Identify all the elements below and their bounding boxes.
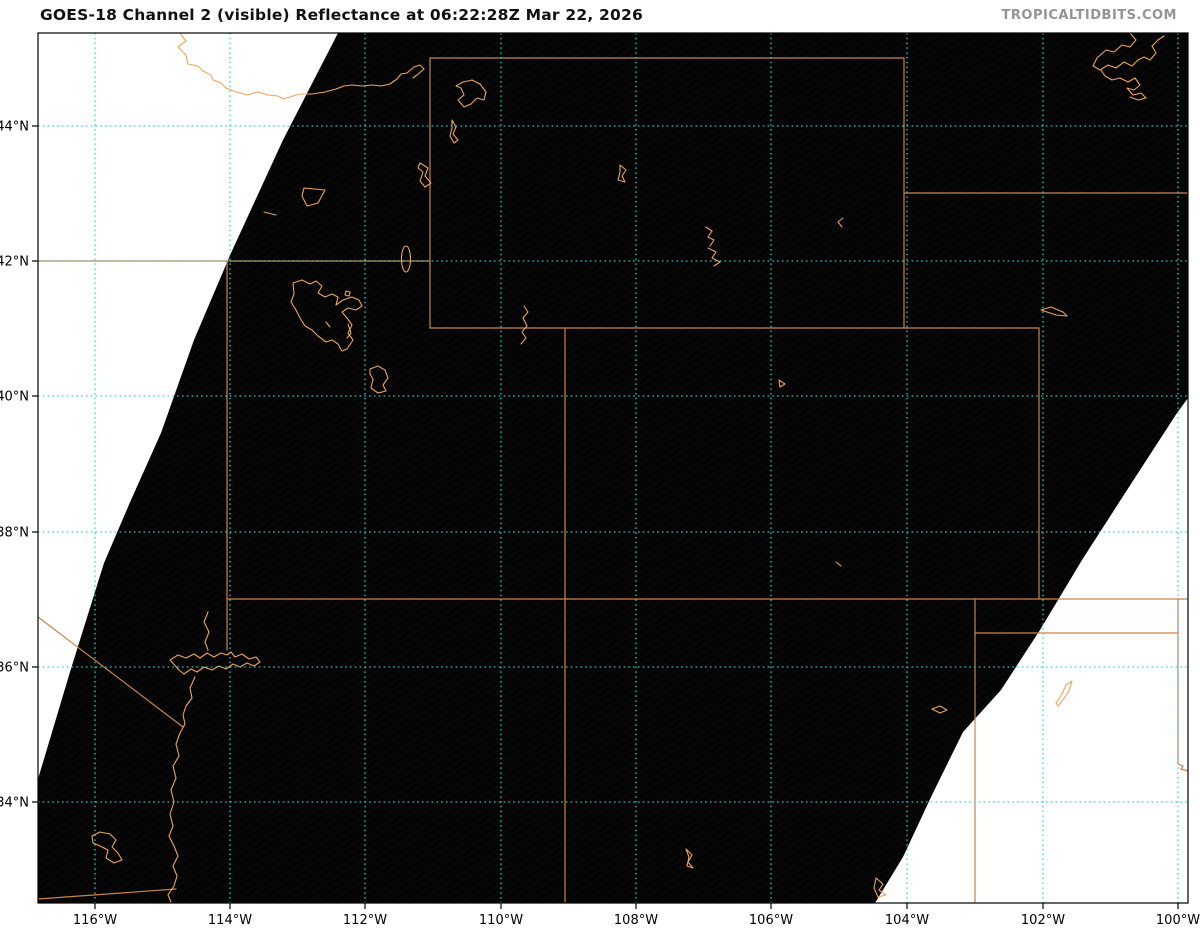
map-plot-area bbox=[38, 33, 1188, 903]
latitude-axis: 44°N 42°N 40°N 38°N 36°N 34°N bbox=[0, 120, 38, 811]
tick-label-42°N: 42°N bbox=[0, 255, 29, 270]
tick-label-102°W: 102°W bbox=[1021, 913, 1065, 928]
tick-label-100°W: 100°W bbox=[1156, 913, 1200, 928]
tick-label-106°W: 106°W bbox=[749, 913, 793, 928]
tick-label-34°N: 34°N bbox=[0, 796, 29, 811]
tick-label-40°N: 40°N bbox=[0, 390, 29, 405]
tick-label-38°N: 38°N bbox=[0, 526, 29, 541]
satellite-map: 44°N 42°N 40°N 38°N 36°N 34°N 116°W 114°W 112°W… bbox=[0, 32, 1200, 928]
tick-label-112°W: 112°W bbox=[343, 913, 387, 928]
tick-label-104°W: 104°W bbox=[885, 913, 929, 928]
tick-label-116°W: 116°W bbox=[73, 913, 117, 928]
tick-label-108°W: 108°W bbox=[614, 913, 658, 928]
tick-label-36°N: 36°N bbox=[0, 661, 29, 676]
tick-label-44°N: 44°N bbox=[0, 120, 29, 135]
tick-label-114°W: 114°W bbox=[208, 913, 252, 928]
tick-label-110°W: 110°W bbox=[479, 913, 523, 928]
longitude-axis: 116°W 114°W 112°W 110°W 108°W 106°W 104°W 102°W… bbox=[73, 903, 1200, 928]
